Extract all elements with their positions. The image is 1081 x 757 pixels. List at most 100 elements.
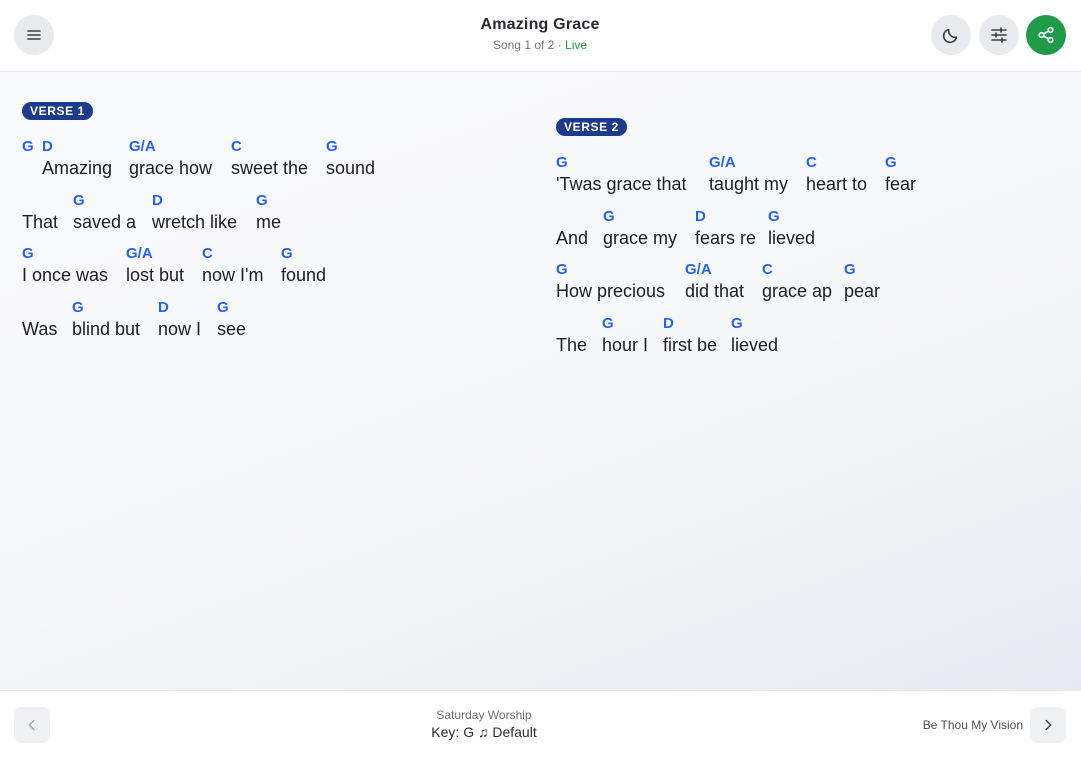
share-icon (1038, 26, 1054, 44)
sliders-icon (991, 27, 1007, 43)
chord-segment: G/A did that (685, 261, 744, 302)
lyric: first be (663, 335, 718, 355)
chord-segment: Gsound (326, 138, 375, 179)
bottom-bar: Saturday Worship Key: G ♫ Default Be Tho… (0, 690, 1081, 757)
song-title: Amazing Grace (480, 16, 600, 33)
chord (22, 192, 58, 212)
lyric: grace how (129, 158, 213, 178)
chord-segment: The (556, 315, 587, 356)
chord-segment: Cheart to (806, 154, 867, 195)
lyric: Amazing (42, 158, 113, 178)
top-bar: Amazing Grace Song 1 of 2 · Live (0, 0, 1081, 72)
chord: D (152, 192, 163, 209)
chord-segment: G How precious (556, 261, 665, 302)
chord: G (844, 261, 856, 278)
set-name: Saturday Worship (436, 708, 532, 722)
chord-segment: Gblind but (72, 299, 140, 340)
chord-segment: Csweet the (231, 138, 308, 179)
chord: G (885, 154, 897, 171)
chord-segment: D Amazing (42, 138, 112, 179)
moon-icon (942, 28, 958, 44)
lyric: sweet the (231, 158, 309, 178)
chord-segment: Gsaved a (73, 192, 136, 233)
lyric: now I'm (202, 265, 264, 285)
song-header: Amazing Grace Song 1 of 2 · Live (340, 16, 740, 52)
dark-mode-button[interactable] (931, 15, 971, 55)
lyric: lost but (126, 265, 185, 285)
next-song-button[interactable] (1030, 707, 1066, 743)
lyric: see (217, 319, 247, 339)
chord-segment: G/A lost but (126, 245, 184, 286)
chord-segment: Dfirst be (663, 315, 717, 356)
chord: G (72, 299, 84, 316)
chord-segment: And (556, 208, 588, 249)
lyric: The (556, 335, 588, 355)
lyric: How precious (556, 281, 666, 301)
chord: D (695, 208, 706, 225)
chord: G/A (685, 261, 712, 278)
chord: G (603, 208, 615, 225)
chord-segment: Gme (256, 192, 281, 233)
lyric: sound (326, 158, 376, 178)
chord: G (22, 245, 34, 262)
chord: G (256, 192, 268, 209)
share-button[interactable] (1026, 15, 1066, 55)
lyric: fear (885, 174, 917, 194)
chord-segment: Ghour I (602, 315, 648, 356)
key-value: G (463, 724, 475, 740)
settings-button[interactable] (979, 15, 1019, 55)
set-info: Saturday Worship Key: G ♫ Default (334, 708, 634, 740)
chord-segment: Cnow I'm (202, 245, 263, 286)
next-song-title[interactable]: Be Thou My Vision (923, 718, 1023, 732)
song-subtitle: Song 1 of 2 · Live (340, 38, 740, 52)
chord: G/A (709, 154, 736, 171)
chord-segment: G (22, 138, 34, 158)
chord: G (22, 138, 34, 155)
chord: G (731, 315, 743, 332)
chord (556, 208, 588, 228)
chord-segment: Dfears re (695, 208, 756, 249)
lyric: did that (685, 281, 745, 301)
lyric: hour I (602, 335, 649, 355)
chord-segment: G 'Twas grace that (556, 154, 687, 195)
menu-button[interactable] (14, 15, 54, 55)
chord: G (281, 245, 293, 262)
chord: G (602, 315, 614, 332)
lyric: now I (158, 319, 202, 339)
lyric: lieved (768, 228, 816, 248)
lyric: heart to (806, 174, 868, 194)
key-selector[interactable]: Key: G ♫ Default (334, 724, 634, 740)
chord: D (663, 315, 674, 332)
chord: D (42, 138, 53, 155)
previous-song-button[interactable] (14, 707, 50, 743)
chord: C (231, 138, 242, 155)
chord: G/A (126, 245, 153, 262)
chord: G (768, 208, 780, 225)
key-label: Key: (431, 724, 460, 740)
chord: G (73, 192, 85, 209)
lyric: And (556, 228, 589, 248)
lyric: taught my (709, 174, 789, 194)
chord: G (217, 299, 229, 316)
live-indicator: · Live (557, 38, 588, 52)
chevron-right-icon (1045, 719, 1052, 731)
chord: G/A (129, 138, 156, 155)
lyric: fears re (695, 228, 757, 248)
lyric: grace ap (762, 281, 833, 301)
chord-segment: G/A grace how (129, 138, 212, 179)
lyric: pear (844, 281, 881, 301)
section-label-verse-1: VERSE 1 (22, 102, 93, 120)
lyric: grace my (603, 228, 678, 248)
chord: G (326, 138, 338, 155)
chord: C (806, 154, 817, 171)
chord-segment: G I once was (22, 245, 108, 286)
chord: G (556, 261, 568, 278)
chord (22, 299, 57, 319)
lyric: I once was (22, 265, 109, 285)
chord-segment: Gsee (217, 299, 246, 340)
lyric: wretch like (152, 212, 238, 232)
lyric: saved a (73, 212, 137, 232)
chord-segment: Glieved (731, 315, 778, 356)
chord-segment: Dwretch like (152, 192, 237, 233)
arrangement-name: Default (492, 724, 537, 740)
